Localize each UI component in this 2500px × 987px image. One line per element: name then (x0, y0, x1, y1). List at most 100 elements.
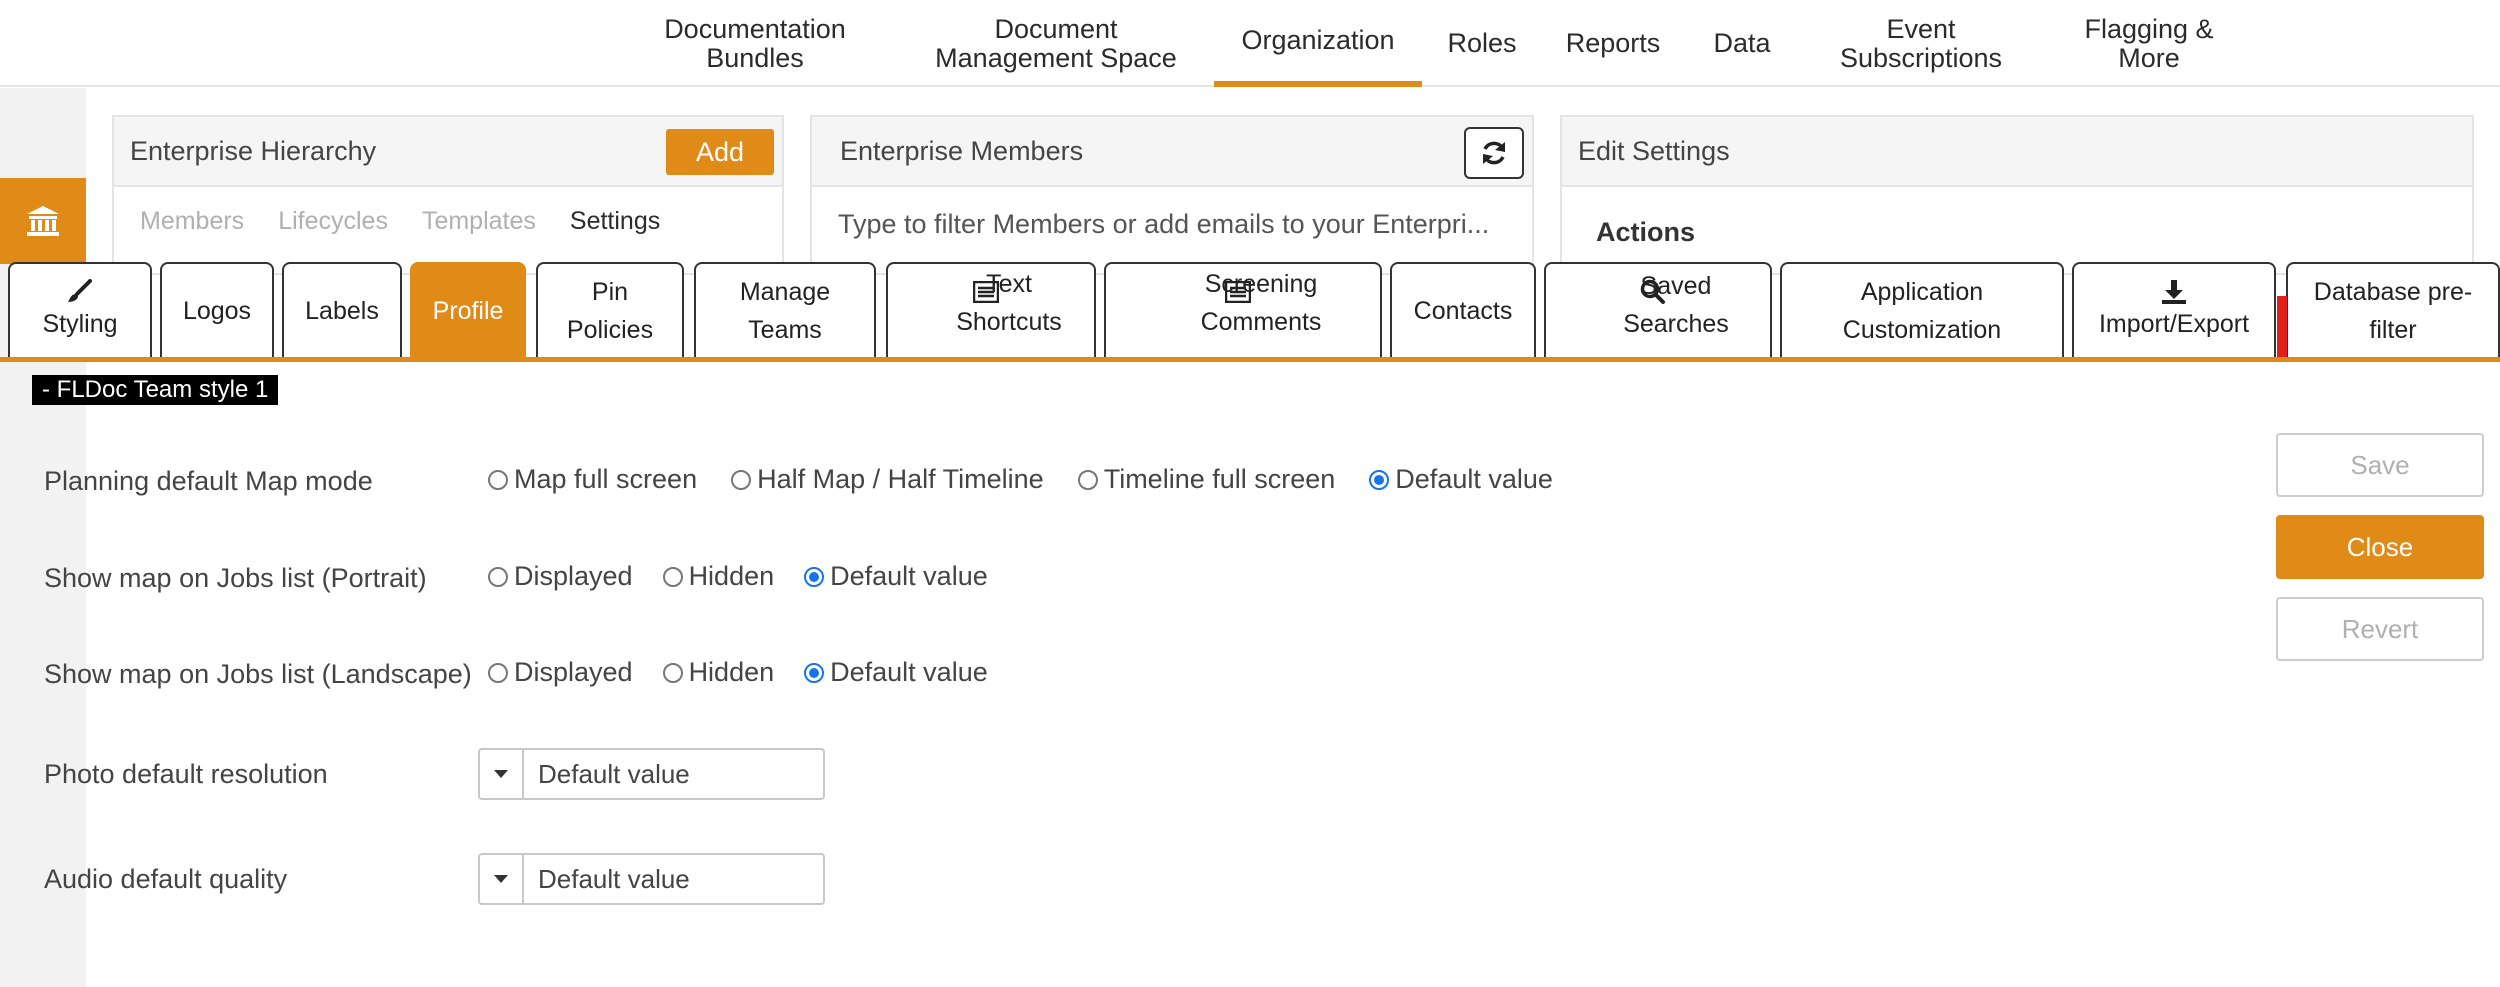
refresh-button[interactable] (1464, 127, 1524, 179)
edit-settings-title: Edit Settings (1578, 135, 1730, 166)
tab-profile[interactable]: Profile (410, 262, 526, 358)
radio-label: Default value (830, 657, 988, 687)
revert-button[interactable]: Revert (2276, 597, 2484, 661)
radio-hidden[interactable]: Hidden (662, 561, 775, 592)
tab-label: Pin Policies (566, 278, 654, 344)
radio-label: Displayed (514, 561, 633, 591)
nav-documentation-bundles[interactable]: Documentation Bundles (648, 0, 862, 87)
nav-document-management-space[interactable]: Document Management Space (918, 0, 1194, 87)
refresh-icon (1483, 141, 1505, 165)
radio-dot[interactable] (1077, 469, 1098, 490)
caret-down-icon[interactable] (480, 855, 524, 903)
subtab-templates[interactable]: Templates (422, 207, 536, 236)
radio-map-full-screen[interactable]: Map full screen (488, 464, 697, 495)
tab-logos[interactable]: Logos (160, 262, 274, 358)
enterprise-hierarchy-header: Enterprise Hierarchy Add (114, 117, 782, 187)
tab-contacts[interactable]: Contacts (1390, 262, 1536, 358)
tab-label: Application Customization (1842, 278, 2002, 344)
audio-quality-select[interactable]: Default value (478, 853, 825, 905)
edit-settings-header: Edit Settings (1562, 117, 2472, 187)
radio-dot[interactable] (804, 566, 825, 587)
planning-map-mode-label: Planning default Map mode (44, 466, 373, 496)
radio-dot[interactable] (488, 566, 508, 587)
radio-dot[interactable] (731, 469, 752, 490)
select-value: Default value (538, 863, 690, 894)
tab-label: Logos (182, 297, 252, 325)
subtab-settings[interactable]: Settings (570, 207, 660, 236)
radio-label: Hidden (688, 561, 775, 591)
sidebar-organization-button[interactable] (0, 178, 86, 264)
top-nav: Documentation Bundles Document Managemen… (0, 0, 2500, 87)
member-filter-input[interactable]: Type to filter Members or add emails to … (812, 187, 1532, 262)
tab-label: Saved Searches (1623, 272, 1729, 338)
tab-pin-policies[interactable]: Pin Policies (536, 262, 684, 358)
radio-hidden[interactable]: Hidden (662, 657, 775, 688)
radio-half-map-half-timeline[interactable]: Half Map / Half Timeline (731, 464, 1044, 495)
add-button[interactable]: Add (666, 129, 774, 175)
flag-marker (2277, 296, 2287, 357)
radio-label: Displayed (514, 657, 633, 687)
caret-down-icon[interactable] (480, 750, 524, 798)
nav-event-subscriptions[interactable]: Event Subscriptions (1826, 0, 2016, 87)
nav-roles[interactable]: Roles (1434, 0, 1530, 87)
edit-settings-panel: Edit Settings Actions (1560, 115, 2474, 275)
tab-underline (0, 357, 2500, 362)
subtab-members[interactable]: Members (140, 207, 244, 236)
tab-application-customization[interactable]: Application Customization (1780, 262, 2064, 358)
tab-screening-comments[interactable]: Screening Comments (1104, 262, 1382, 358)
radio-label: Default value (1395, 464, 1553, 494)
close-button[interactable]: Close (2276, 515, 2484, 579)
radio-dot[interactable] (662, 662, 683, 683)
subtab-lifecycles[interactable]: Lifecycles (278, 207, 388, 236)
settings-tab-bar: Styling Logos Labels Profile Pin Policie… (0, 262, 2500, 362)
nav-organization[interactable]: Organization (1214, 0, 1422, 87)
radio-dot[interactable] (662, 566, 683, 587)
radio-timeline-full-screen[interactable]: Timeline full screen (1077, 464, 1336, 495)
enterprise-hierarchy-title: Enterprise Hierarchy (130, 135, 377, 166)
hierarchy-subtabs: Members Lifecycles Templates Settings (114, 187, 782, 256)
tab-label: Contacts (1413, 297, 1513, 325)
tab-manage-teams[interactable]: Manage Teams (694, 262, 876, 358)
tab-database-pre-filter[interactable]: Database pre- filter (2286, 262, 2500, 358)
radio-default-value[interactable]: Default value (804, 657, 988, 688)
tab-label: Text Shortcuts (956, 270, 1062, 336)
tab-styling[interactable]: Styling (8, 262, 152, 358)
radio-label: Half Map / Half Timeline (757, 464, 1044, 494)
radio-label: Default value (830, 561, 988, 591)
style-name-badge: - FLDoc Team style 1 (32, 375, 279, 405)
tab-labels[interactable]: Labels (282, 262, 402, 358)
radio-label: Hidden (688, 657, 775, 687)
nav-data[interactable]: Data (1700, 0, 1784, 87)
radio-dot[interactable] (488, 469, 508, 490)
brush-icon (68, 279, 92, 302)
radio-label: Timeline full screen (1103, 464, 1336, 494)
tab-label: Screening Comments (1200, 270, 1322, 336)
enterprise-members-panel: Enterprise Members Type to filter Member… (810, 115, 1534, 275)
photo-resolution-select[interactable]: Default value (478, 748, 825, 800)
enterprise-hierarchy-panel: Enterprise Hierarchy Add Members Lifecyc… (112, 115, 784, 275)
tab-label: Styling (42, 310, 118, 338)
tab-saved-searches[interactable]: Saved Searches (1544, 262, 1772, 358)
tab-text-shortcuts[interactable]: Text Shortcuts (886, 262, 1096, 358)
radio-dot[interactable] (488, 662, 508, 683)
jobs-map-portrait-options: Displayed Hidden Default value (488, 561, 988, 592)
jobs-map-portrait-label: Show map on Jobs list (Portrait) (44, 563, 427, 593)
tab-label: Import/Export (2098, 310, 2250, 338)
radio-dot[interactable] (1369, 469, 1390, 490)
radio-default-value[interactable]: Default value (804, 561, 988, 592)
bank-icon (27, 206, 59, 236)
audio-quality-label: Audio default quality (44, 864, 288, 894)
radio-default-value[interactable]: Default value (1369, 464, 1553, 495)
radio-dot[interactable] (804, 662, 825, 683)
enterprise-members-title: Enterprise Members (840, 135, 1084, 166)
nav-flagging-more[interactable]: Flagging & More (2072, 0, 2226, 87)
save-button[interactable]: Save (2276, 433, 2484, 497)
tab-import-export[interactable]: Import/Export (2072, 262, 2276, 358)
planning-map-mode-options: Map full screen Half Map / Half Timeline… (488, 464, 1553, 495)
tab-label: Labels (305, 297, 379, 325)
tab-label: Database pre- filter (2313, 278, 2473, 344)
nav-reports[interactable]: Reports (1552, 0, 1674, 87)
radio-displayed[interactable]: Displayed (488, 561, 633, 592)
jobs-map-landscape-options: Displayed Hidden Default value (488, 657, 988, 688)
radio-displayed[interactable]: Displayed (488, 657, 633, 688)
